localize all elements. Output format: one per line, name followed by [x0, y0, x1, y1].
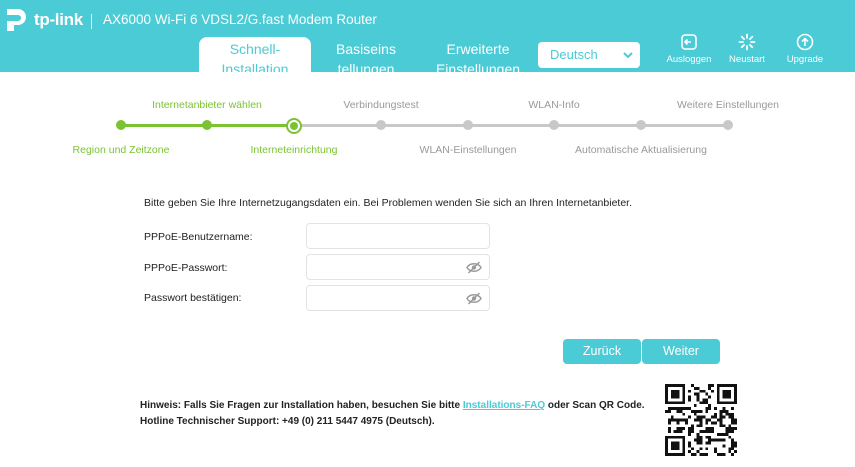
step-dot-6 — [549, 120, 559, 130]
setup-progress-steps: Region und Zeitzone Internetanbieter wähl… — [0, 90, 855, 170]
model-name: AX6000 Wi-Fi 6 VDSL2/G.fast Modem Router — [103, 12, 377, 27]
tab-basic-settings[interactable]: Basiseins tellungen — [310, 37, 422, 72]
tab-quick-setup-line1: Schnell- — [229, 41, 281, 57]
upgrade-button[interactable]: Upgrade — [775, 33, 835, 65]
tab-advanced-settings-line1: Erweiterte — [446, 41, 510, 57]
step-label-4: Verbindungstest — [343, 99, 419, 111]
form-intro-text: Bitte geben Sie Ihre Internetzugangsdate… — [144, 197, 632, 209]
tab-advanced-settings[interactable]: Erweiterte Einstellungen — [422, 37, 534, 72]
tp-link-logo-icon — [7, 9, 26, 31]
step-dot-1 — [116, 120, 126, 130]
tab-basic-settings-line1: Basiseins — [336, 41, 396, 57]
hotline-text: Hotline Technischer Support: +49 (0) 211… — [140, 416, 435, 427]
logout-icon — [659, 33, 719, 51]
tab-quick-setup-line2: Installation — [221, 61, 289, 72]
chevron-down-icon — [622, 42, 634, 72]
progress-track-pending — [294, 124, 728, 127]
step-label-3: Interneteinrichtung — [250, 144, 338, 156]
tp-link-logo[interactable]: tp-link — [4, 6, 83, 34]
step-dot-5 — [463, 120, 473, 130]
brand-name: tp-link — [34, 10, 83, 29]
back-button[interactable]: Zurück — [563, 339, 641, 364]
qr-code — [665, 384, 737, 456]
step-label-1: Region und Zeitzone — [72, 144, 170, 156]
step-dot-8 — [723, 120, 733, 130]
tab-quick-setup[interactable]: Schnell- Installation — [199, 37, 311, 72]
eye-slash-icon[interactable] — [466, 292, 482, 310]
confirm-password-label: Passwort bestätigen: — [144, 292, 242, 304]
next-button[interactable]: Weiter — [642, 339, 720, 364]
language-select[interactable]: Deutsch — [538, 42, 640, 68]
upgrade-label: Upgrade — [786, 54, 824, 65]
step-dot-2 — [202, 120, 212, 130]
help-hint: Hinweis: Falls Sie Fragen zur Installati… — [140, 398, 660, 430]
pppoe-password-input[interactable] — [307, 255, 467, 281]
step-label-2: Internetanbieter wählen — [152, 99, 262, 111]
upgrade-icon — [775, 33, 835, 51]
username-label: PPPoE-Benutzername: — [144, 231, 253, 243]
confirm-field-wrapper — [306, 285, 490, 312]
eye-slash-icon[interactable] — [466, 261, 482, 279]
tab-basic-settings-line2: tellungen — [337, 61, 395, 72]
installation-faq-link[interactable]: Installations-FAQ — [463, 400, 545, 411]
username-field-wrapper — [306, 223, 490, 250]
password-field-wrapper — [306, 254, 490, 281]
logout-button[interactable]: Ausloggen — [659, 33, 719, 65]
reboot-icon — [717, 33, 777, 51]
step-label-7: Automatische Aktualisierung — [575, 144, 707, 156]
pppoe-username-input[interactable] — [307, 224, 467, 250]
tab-advanced-settings-line2: Einstellungen — [435, 61, 521, 72]
step-label-5: WLAN-Einstellungen — [419, 144, 517, 156]
step-label-8: Weitere Einstellungen — [677, 99, 779, 111]
language-value: Deutsch — [550, 47, 598, 62]
top-header: tp-link AX6000 Wi-Fi 6 VDSL2/G.fast Mode… — [0, 0, 855, 72]
logout-label: Ausloggen — [666, 54, 712, 65]
confirm-password-input[interactable] — [307, 286, 467, 312]
hint-prefix: Hinweis: Falls Sie Fragen zur Installati… — [140, 400, 461, 411]
step-dot-3 — [286, 118, 302, 134]
reboot-label: Neustart — [729, 54, 765, 65]
header-separator — [91, 14, 92, 29]
step-label-6: WLAN-Info — [528, 99, 580, 111]
hint-suffix: oder Scan QR Code. — [547, 400, 645, 411]
password-label: PPPoE-Passwort: — [144, 262, 228, 274]
step-dot-4 — [376, 120, 386, 130]
reboot-button[interactable]: Neustart — [717, 33, 777, 65]
step-dot-7 — [636, 120, 646, 130]
